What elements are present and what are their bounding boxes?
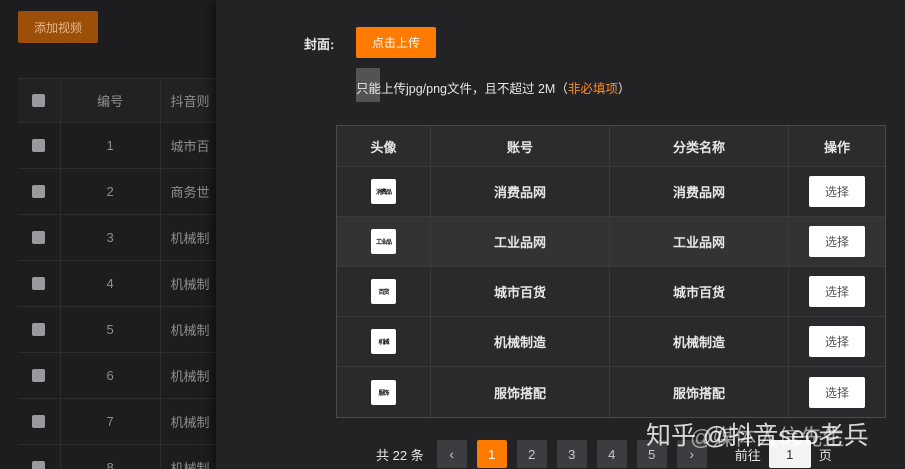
category-name: 城市百货	[672, 285, 725, 300]
account-name: 服饰搭配	[493, 385, 546, 401]
cover-label: 封面:	[304, 37, 335, 52]
table-row: 7 机械制	[18, 399, 218, 445]
row-checkbox[interactable]	[32, 461, 46, 469]
page-2[interactable]: 2	[516, 440, 547, 468]
table-row: 6 机械制	[18, 353, 218, 399]
table-row: 消费品 消费品网 消费品网 选择	[337, 167, 885, 217]
app-root: 添加视频 编号 抖音则 1 城市百 2 商务世 3 机械制 4 机械制 5 机械…	[0, 0, 905, 469]
row-account: 机械制	[170, 231, 210, 246]
row-number: 3	[59, 215, 161, 260]
table-row: 1 城市百	[18, 123, 218, 169]
select-all-checkbox[interactable]	[32, 94, 46, 107]
column-header-account: 抖音则	[170, 94, 210, 109]
avatar: 机械	[371, 329, 396, 354]
category-name: 消费品网	[672, 185, 725, 200]
avatar: 百货	[371, 279, 396, 304]
column-header-avatar: 头像	[370, 139, 397, 155]
table-row: 百货 城市百货 城市百货 选择	[337, 267, 885, 317]
row-number: 7	[59, 399, 161, 444]
table-row: 机械 机械制造 机械制造 选择	[337, 317, 885, 367]
prev-page-icon[interactable]: ‹	[436, 440, 467, 468]
row-checkbox[interactable]	[32, 139, 46, 152]
row-account: 机械制	[170, 323, 210, 338]
row-checkbox[interactable]	[32, 415, 46, 428]
avatar: 消费品	[371, 179, 396, 204]
table-row: 3 机械制	[18, 215, 218, 261]
row-number: 1	[59, 123, 161, 168]
page-3[interactable]: 3	[556, 440, 587, 468]
table-row: 8 机械制	[18, 445, 218, 469]
column-header-action: 操作	[823, 139, 850, 155]
row-checkbox[interactable]	[32, 231, 46, 244]
select-button[interactable]: 选择	[809, 376, 865, 408]
upload-hint: 只能上传jpg/png文件，且不超过 2M（非必填项）	[356, 78, 630, 97]
row-checkbox[interactable]	[32, 369, 46, 382]
upload-hint-close: ）	[617, 82, 631, 96]
category-name: 服饰搭配	[672, 385, 725, 401]
upload-cover-button[interactable]: 点击上传	[356, 27, 436, 58]
row-number: 8	[59, 445, 161, 469]
row-checkbox[interactable]	[32, 277, 46, 290]
row-number: 5	[59, 307, 161, 352]
account-name: 工业品网	[493, 235, 546, 250]
table-row: 5 机械制	[18, 307, 218, 353]
row-checkbox[interactable]	[32, 185, 46, 198]
column-header-number: 编号	[59, 79, 161, 122]
category-name: 工业品网	[672, 235, 725, 250]
select-button[interactable]: 选择	[809, 326, 865, 357]
row-checkbox[interactable]	[32, 323, 46, 336]
page-4[interactable]: 4	[596, 440, 627, 468]
select-button[interactable]: 选择	[809, 276, 865, 307]
row-number: 6	[59, 353, 161, 398]
row-number: 2	[59, 169, 161, 214]
account-table-header: 头像 账号 分类名称 操作	[337, 126, 885, 167]
select-account-drawer: 封面: 点击上传 只能上传jpg/png文件，且不超过 2M（非必填项） 头像 …	[216, 0, 905, 469]
select-button[interactable]: 选择	[809, 176, 865, 207]
avatar: 工业品	[371, 229, 396, 254]
optional-note: 非必填项	[567, 82, 618, 96]
page-1[interactable]: 1	[476, 440, 507, 468]
upload-hint-text: 只能上传jpg/png文件，且不超过 2M（	[356, 82, 568, 96]
add-video-button[interactable]: 添加视频	[18, 11, 98, 43]
row-account: 商务世	[170, 185, 210, 200]
select-button[interactable]: 选择	[809, 226, 865, 257]
account-name: 消费品网	[493, 185, 546, 200]
account-table: 头像 账号 分类名称 操作 消费品 消费品网 消费品网 选择 工业品 工业品网 …	[336, 125, 886, 418]
table-row: 工业品 工业品网 工业品网 选择	[337, 217, 885, 267]
watermark-overlay: @媒体人信先生	[690, 425, 845, 450]
category-name: 机械制造	[672, 335, 725, 350]
row-account: 机械制	[170, 461, 210, 469]
table-row: 服饰 服饰搭配 服饰搭配 选择	[337, 367, 885, 417]
account-name: 机械制造	[493, 335, 546, 350]
row-account: 城市百	[170, 139, 210, 154]
column-header-account: 账号	[506, 139, 533, 155]
video-table-header: 编号 抖音则	[18, 79, 218, 123]
row-account: 机械制	[170, 369, 210, 384]
column-header-category: 分类名称	[672, 139, 725, 155]
avatar: 服饰	[371, 379, 396, 405]
row-number: 4	[59, 261, 161, 306]
row-account: 机械制	[170, 277, 210, 292]
total-count: 共 22 条	[376, 447, 424, 463]
table-row: 4 机械制	[18, 261, 218, 307]
video-table: 编号 抖音则 1 城市百 2 商务世 3 机械制 4 机械制 5 机械制 6 机…	[18, 78, 218, 469]
account-name: 城市百货	[493, 285, 546, 300]
table-row: 2 商务世	[18, 169, 218, 215]
row-account: 机械制	[170, 415, 210, 430]
